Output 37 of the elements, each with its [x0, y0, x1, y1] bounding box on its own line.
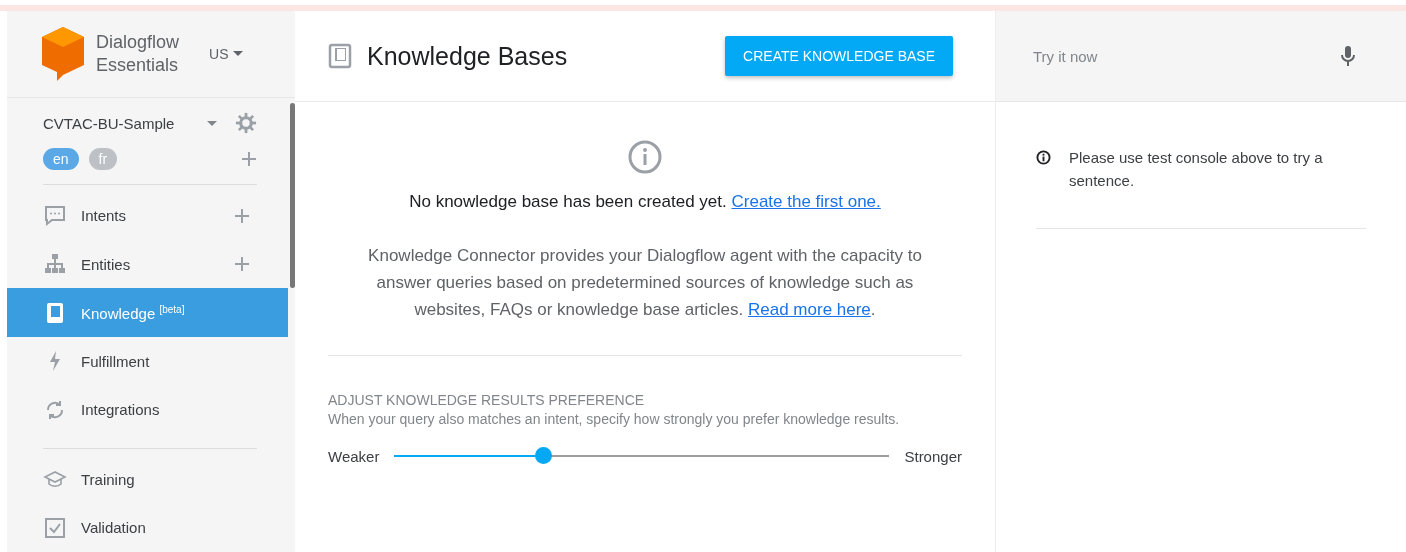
- section-heading: ADJUST KNOWLEDGE RESULTS PREFERENCE: [328, 392, 646, 408]
- slider-min-label: Weaker: [328, 447, 380, 465]
- notice-text: Please use test console above to try a sentence.: [1069, 148, 1324, 191]
- logo-icon: [42, 26, 84, 81]
- scrollbar[interactable]: [290, 103, 295, 288]
- nav-item[interactable]: Fulfillment: [7, 337, 288, 386]
- slider-thumb[interactable]: [534, 447, 552, 464]
- info-icon: [1036, 150, 1051, 165]
- nav-item[interactable]: Validation: [7, 503, 288, 552]
- preference-slider[interactable]: [394, 447, 890, 465]
- checkbox-icon: [43, 515, 67, 540]
- read-more-link[interactable]: Read more here: [748, 300, 871, 319]
- book-icon: [328, 43, 352, 69]
- caret-icon: [232, 51, 243, 57]
- product-name: Essentials: [96, 53, 180, 77]
- product-name: Dialogflow: [96, 30, 180, 54]
- add-icon[interactable]: [234, 256, 250, 273]
- dropdown-caret-icon[interactable]: [207, 120, 217, 126]
- microphone-icon[interactable]: [1340, 45, 1356, 67]
- empty-message: No knowledge base has been created yet. Create the first one.: [409, 192, 881, 212]
- nav-item[interactable]: Integrations: [7, 385, 288, 434]
- agent-selector[interactable]: CVTAC-BU-Sample: [43, 114, 175, 132]
- add-language-icon[interactable]: [241, 151, 257, 168]
- region-dropdown[interactable]: US: [209, 45, 243, 62]
- section-hint: When your query also matches an intent, specify how strongly you prefer knowledge results.: [328, 411, 901, 427]
- test-input-field[interactable]: Try it now: [1031, 46, 1340, 66]
- nav-item[interactable]: Entities: [7, 239, 288, 289]
- slider-max-label: Stronger: [904, 447, 962, 465]
- add-icon[interactable]: [234, 207, 250, 224]
- description: Knowledge Connector provides your Dialogflow agent with the capacity to answer queries based on predetermined sources of knowledge such as websites, FAQs or knowledge base articles. Read more here.: [367, 245, 923, 321]
- info-icon: [628, 140, 662, 174]
- nav-item[interactable]: Training: [7, 455, 288, 504]
- create-link[interactable]: Create the first one.: [731, 192, 881, 211]
- nav-item[interactable]: Intents: [7, 191, 288, 240]
- settings-icon[interactable]: [235, 112, 257, 134]
- page-title: Knowledge Bases: [367, 41, 568, 71]
- chat-bubble-icon: [43, 203, 67, 228]
